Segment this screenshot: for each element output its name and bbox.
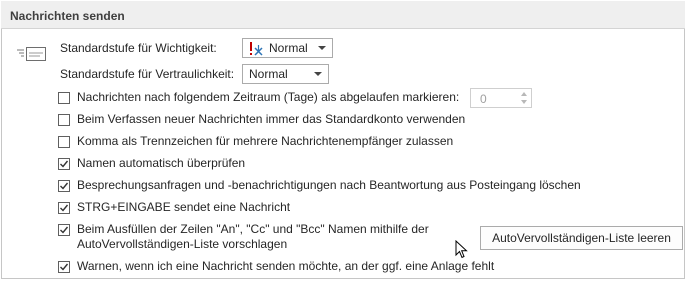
expiry-days-value: 0	[480, 92, 487, 106]
label-default-account: Beim Verfassen neuer Nachrichten immer d…	[77, 112, 466, 126]
chevron-down-icon	[318, 46, 326, 50]
label-ctrl-enter-sends: STRG+EINGABE sendet eine Nachricht	[77, 200, 291, 214]
label-check-names: Namen automatisch überprüfen	[77, 156, 246, 170]
checkmark-icon	[60, 182, 69, 190]
mouse-cursor-icon	[455, 239, 469, 263]
clear-autocomplete-button[interactable]: AutoVervollständigen-Liste leeren	[480, 226, 683, 250]
checkmark-icon	[60, 263, 69, 271]
send-message-icon	[16, 44, 48, 64]
section-header: Nachrichten senden	[1, 1, 685, 29]
label-expire-messages: Nachrichten nach folgendem Zeitraum (Tag…	[77, 90, 460, 104]
label-autocomplete-names-line1: Beim Ausfüllen der Zeilen "An", "Cc" und…	[77, 222, 429, 236]
checkbox-comma-separator[interactable]	[58, 136, 70, 148]
stepper-down-icon[interactable]	[521, 100, 527, 104]
stepper-up-icon[interactable]	[521, 92, 527, 96]
section-title: Nachrichten senden	[10, 9, 125, 23]
label-delete-meeting-requests: Besprechungsanfragen und -benachrichtigu…	[77, 178, 581, 192]
sensitivity-value: Normal	[249, 67, 288, 81]
checkmark-icon	[60, 226, 69, 234]
checkbox-expire-messages[interactable]	[58, 92, 70, 104]
checkbox-default-account[interactable]	[58, 114, 70, 126]
expiry-days-stepper[interactable]: 0	[470, 88, 532, 108]
checkbox-autocomplete-names[interactable]	[58, 224, 70, 236]
label-missing-attachment-warning: Warnen, wenn ich eine Nachricht senden m…	[77, 259, 495, 273]
sensitivity-dropdown[interactable]: Normal	[242, 64, 329, 84]
checkbox-delete-meeting-requests[interactable]	[58, 180, 70, 192]
checkbox-ctrl-enter-sends[interactable]	[58, 202, 70, 214]
importance-label: Standardstufe für Wichtigkeit:	[60, 41, 217, 55]
checkbox-check-names[interactable]	[58, 158, 70, 170]
label-autocomplete-names-line2: AutoVervollständigen-Liste vorschlagen	[77, 237, 288, 251]
label-comma-separator: Komma als Trennzeichen für mehrere Nachr…	[77, 134, 454, 148]
checkbox-missing-attachment-warning[interactable]	[58, 261, 70, 273]
checkmark-icon	[60, 204, 69, 212]
importance-value: Normal	[269, 41, 308, 55]
sensitivity-label: Standardstufe für Vertraulichkeit:	[60, 67, 235, 81]
importance-dropdown[interactable]: Normal	[242, 38, 333, 58]
chevron-down-icon	[314, 72, 322, 76]
importance-icon	[247, 41, 265, 57]
checkmark-icon	[60, 160, 69, 168]
